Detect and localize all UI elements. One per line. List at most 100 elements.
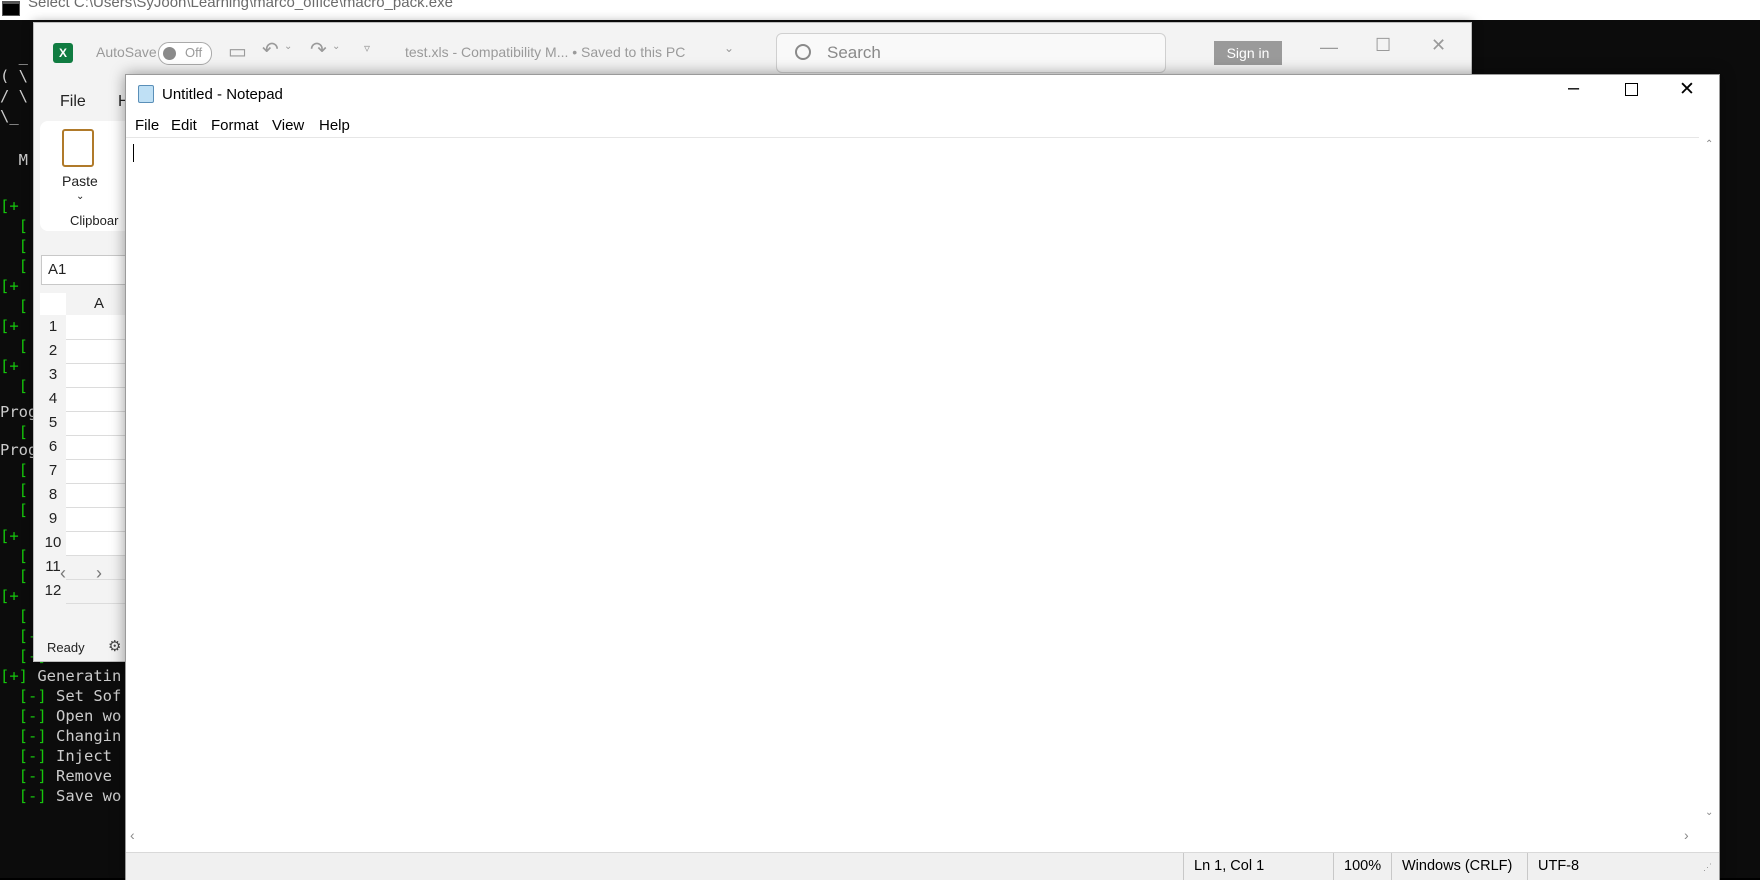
paste-icon[interactable] bbox=[62, 129, 94, 167]
redo-icon[interactable]: ↷ bbox=[310, 37, 327, 62]
undo-icon[interactable]: ↶ bbox=[262, 37, 279, 62]
horizontal-scrollbar[interactable]: ‹ › bbox=[126, 827, 1699, 849]
notepad-window[interactable]: Untitled - Notepad – ✕ File Edit Format … bbox=[125, 74, 1720, 880]
console-line: [ bbox=[0, 500, 28, 520]
redo-dropdown-icon[interactable]: ⌄ bbox=[332, 41, 340, 52]
console-titlebar[interactable]: Select C:\Users\SyJoon\Learning\marco_of… bbox=[0, 0, 1760, 20]
row-header[interactable]: 2 bbox=[40, 339, 66, 363]
console-line: [ bbox=[0, 546, 28, 566]
row-header[interactable]: 7 bbox=[40, 459, 66, 483]
console-line-text: Inject bbox=[46, 747, 112, 765]
console-line: [-] Inject bbox=[0, 746, 112, 766]
console-line: Prog bbox=[0, 440, 37, 460]
customize-qat-icon[interactable]: ▿ bbox=[364, 41, 370, 55]
menu-file[interactable]: File bbox=[135, 117, 159, 134]
row-header[interactable]: 10 bbox=[40, 531, 66, 555]
paste-label[interactable]: Paste bbox=[62, 173, 98, 189]
excel-maximize-icon[interactable]: ☐ bbox=[1375, 35, 1391, 56]
console-line-prefix: [ bbox=[0, 217, 28, 235]
sheet-scroll-right-icon[interactable]: › bbox=[96, 563, 102, 584]
scroll-up-icon[interactable]: ⌃ bbox=[1705, 139, 1713, 150]
clipboard-group-label: Clipboar bbox=[70, 213, 119, 228]
console-line-prefix: [-] bbox=[0, 747, 47, 765]
console-line-prefix: [ bbox=[0, 461, 28, 479]
console-line-text: / \ bbox=[0, 87, 28, 105]
notepad-titlebar[interactable]: Untitled - Notepad – ✕ bbox=[126, 75, 1719, 113]
scroll-left-icon[interactable]: ‹ bbox=[130, 827, 135, 843]
notepad-status-bar: Ln 1, Col 1 100% Windows (CRLF) UTF-8 ⋰ bbox=[126, 852, 1719, 880]
grid-row-line bbox=[66, 387, 132, 388]
sheet-scroll-left-icon[interactable]: ‹ bbox=[60, 563, 66, 584]
menu-help[interactable]: Help bbox=[319, 117, 350, 134]
console-line: ( \ bbox=[0, 66, 28, 86]
row-header[interactable]: 1 bbox=[40, 315, 66, 339]
console-line-prefix: [ bbox=[0, 607, 28, 625]
notepad-text-area[interactable] bbox=[126, 137, 1699, 824]
minimize-icon[interactable]: – bbox=[1568, 77, 1579, 100]
encoding: UTF-8 bbox=[1538, 858, 1580, 874]
console-line-text: Prog bbox=[0, 441, 38, 459]
notepad-title: Untitled - Notepad bbox=[162, 86, 283, 103]
autosave-toggle[interactable]: Off bbox=[158, 42, 212, 65]
console-line-prefix: [ bbox=[0, 501, 28, 519]
row-header[interactable]: 4 bbox=[40, 387, 66, 411]
name-box-value: A1 bbox=[48, 261, 67, 278]
console-line-text: M bbox=[0, 151, 28, 169]
name-box[interactable]: A1 bbox=[41, 255, 133, 285]
excel-search-box[interactable]: Search bbox=[776, 33, 1166, 73]
console-line-prefix: [+ bbox=[0, 317, 19, 335]
excel-tab-file[interactable]: File bbox=[60, 93, 86, 111]
save-icon[interactable]: ▭ bbox=[228, 39, 247, 64]
console-line: [ bbox=[0, 236, 28, 256]
console-line-prefix: [+ bbox=[0, 197, 19, 215]
row-header[interactable]: 6 bbox=[40, 435, 66, 459]
console-line-text: Save wo bbox=[46, 787, 122, 805]
row-header[interactable]: 3 bbox=[40, 363, 66, 387]
sign-in-button[interactable]: Sign in bbox=[1214, 41, 1282, 65]
maximize-icon[interactable] bbox=[1625, 83, 1638, 96]
console-line-prefix: [ bbox=[0, 257, 28, 275]
console-line: [ bbox=[0, 256, 28, 276]
notepad-menubar: File Edit Format View Help bbox=[126, 113, 1719, 137]
menu-format[interactable]: Format bbox=[211, 117, 259, 134]
console-line: [+ bbox=[0, 276, 19, 296]
scroll-down-icon[interactable]: ⌄ bbox=[1705, 807, 1713, 818]
undo-dropdown-icon[interactable]: ⌄ bbox=[284, 41, 292, 52]
search-placeholder: Search bbox=[827, 43, 881, 62]
paste-dropdown-icon[interactable]: ⌄ bbox=[76, 191, 84, 202]
excel-minimize-icon[interactable]: — bbox=[1320, 37, 1338, 58]
scroll-right-icon[interactable]: › bbox=[1684, 827, 1689, 843]
title-chevron-down-icon[interactable]: ⌄ bbox=[724, 41, 734, 55]
console-line-prefix: [ bbox=[0, 297, 28, 315]
excel-titlebar[interactable]: X AutoSave Off ▭ ↶ ⌄ ↷ ⌄ ▿ test.xls - Co… bbox=[34, 23, 1471, 75]
accessibility-icon[interactable]: ⚙ bbox=[108, 637, 121, 655]
grid-row-line bbox=[66, 411, 132, 412]
zoom-level: 100% bbox=[1344, 858, 1382, 874]
row-header[interactable]: 5 bbox=[40, 411, 66, 435]
row-header[interactable]: 8 bbox=[40, 483, 66, 507]
vertical-scrollbar[interactable]: ⌃ ⌄ bbox=[1700, 137, 1719, 823]
menu-view[interactable]: View bbox=[272, 117, 304, 134]
console-line: [ bbox=[0, 566, 28, 586]
excel-close-icon[interactable]: ✕ bbox=[1431, 35, 1446, 56]
console-line-text: Open wo bbox=[46, 707, 122, 725]
grid-row-line bbox=[66, 363, 132, 364]
spreadsheet-grid[interactable]: A 1 2 3 4 5 6 7 8 9 10 11 12 bbox=[40, 293, 132, 604]
console-line: [ bbox=[0, 376, 28, 396]
document-title[interactable]: test.xls - Compatibility M... • Saved to… bbox=[405, 44, 685, 60]
console-line-text: Prog bbox=[0, 403, 38, 421]
console-line-prefix: [ bbox=[0, 423, 28, 441]
console-line-prefix: [ bbox=[0, 377, 28, 395]
console-line-prefix: [+ bbox=[0, 277, 19, 295]
close-icon[interactable]: ✕ bbox=[1679, 78, 1695, 101]
autosave-label: AutoSave bbox=[96, 44, 157, 60]
console-line-text: \_ bbox=[0, 107, 19, 125]
console-line: [ bbox=[0, 422, 28, 442]
console-line: [+ bbox=[0, 526, 19, 546]
console-line-prefix: [-] bbox=[0, 707, 47, 725]
column-header-a[interactable]: A bbox=[66, 293, 132, 315]
ribbon-clipboard-group: Paste ⌄ Clipboar bbox=[40, 121, 132, 231]
row-header[interactable]: 9 bbox=[40, 507, 66, 531]
menu-edit[interactable]: Edit bbox=[171, 117, 197, 134]
resize-grip-icon[interactable]: ⋰ bbox=[1703, 862, 1712, 873]
